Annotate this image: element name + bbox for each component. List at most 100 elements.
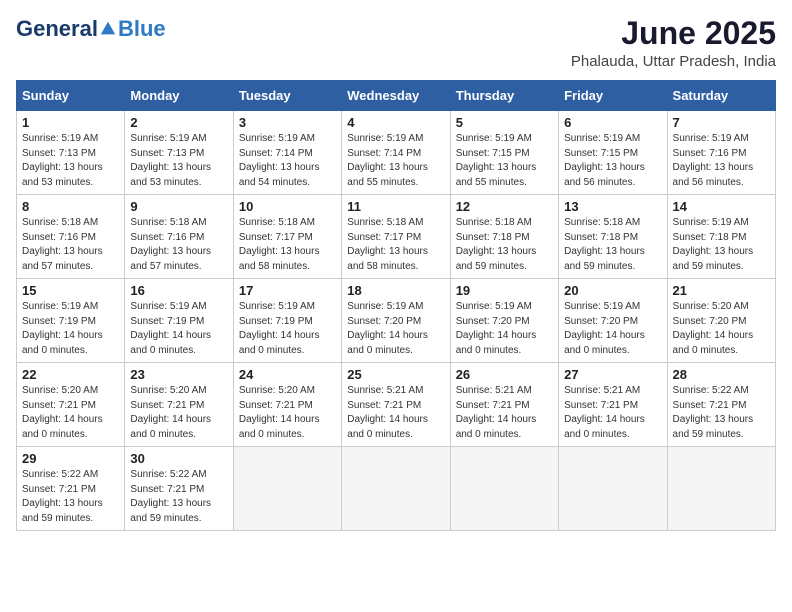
day-info: Sunrise: 5:18 AMSunset: 7:18 PMDaylight:… <box>456 216 553 274</box>
table-row: 11 Sunrise: 5:18 AMSunset: 7:17 PMDaylig… <box>342 195 450 279</box>
calendar-row: 1 Sunrise: 5:19 AMSunset: 7:13 PMDayligh… <box>17 111 776 195</box>
day-number: 13 <box>564 199 661 214</box>
table-row: 28 Sunrise: 5:22 AMSunset: 7:21 PMDaylig… <box>667 363 775 447</box>
table-row: 17 Sunrise: 5:19 AMSunset: 7:19 PMDaylig… <box>233 279 341 363</box>
day-number: 27 <box>564 367 661 382</box>
col-friday: Friday <box>559 81 667 111</box>
table-row: 9 Sunrise: 5:18 AMSunset: 7:16 PMDayligh… <box>125 195 233 279</box>
day-number: 28 <box>673 367 770 382</box>
day-info: Sunrise: 5:19 AMSunset: 7:19 PMDaylight:… <box>22 300 119 358</box>
day-info: Sunrise: 5:18 AMSunset: 7:17 PMDaylight:… <box>239 216 336 274</box>
day-number: 17 <box>239 283 336 298</box>
day-info: Sunrise: 5:18 AMSunset: 7:18 PMDaylight:… <box>564 216 661 274</box>
table-row: 29 Sunrise: 5:22 AMSunset: 7:21 PMDaylig… <box>17 447 125 531</box>
table-row <box>233 447 341 531</box>
day-info: Sunrise: 5:19 AMSunset: 7:20 PMDaylight:… <box>564 300 661 358</box>
table-row: 6 Sunrise: 5:19 AMSunset: 7:15 PMDayligh… <box>559 111 667 195</box>
col-tuesday: Tuesday <box>233 81 341 111</box>
day-info: Sunrise: 5:19 AMSunset: 7:13 PMDaylight:… <box>22 132 119 190</box>
day-number: 18 <box>347 283 444 298</box>
table-row: 16 Sunrise: 5:19 AMSunset: 7:19 PMDaylig… <box>125 279 233 363</box>
day-info: Sunrise: 5:19 AMSunset: 7:20 PMDaylight:… <box>456 300 553 358</box>
table-row: 3 Sunrise: 5:19 AMSunset: 7:14 PMDayligh… <box>233 111 341 195</box>
table-row <box>450 447 558 531</box>
table-row: 18 Sunrise: 5:19 AMSunset: 7:20 PMDaylig… <box>342 279 450 363</box>
table-row: 12 Sunrise: 5:18 AMSunset: 7:18 PMDaylig… <box>450 195 558 279</box>
col-monday: Monday <box>125 81 233 111</box>
table-row: 13 Sunrise: 5:18 AMSunset: 7:18 PMDaylig… <box>559 195 667 279</box>
table-row: 1 Sunrise: 5:19 AMSunset: 7:13 PMDayligh… <box>17 111 125 195</box>
day-info: Sunrise: 5:18 AMSunset: 7:16 PMDaylight:… <box>130 216 227 274</box>
table-row: 30 Sunrise: 5:22 AMSunset: 7:21 PMDaylig… <box>125 447 233 531</box>
day-number: 21 <box>673 283 770 298</box>
day-info: Sunrise: 5:18 AMSunset: 7:16 PMDaylight:… <box>22 216 119 274</box>
day-info: Sunrise: 5:21 AMSunset: 7:21 PMDaylight:… <box>347 384 444 442</box>
table-row: 22 Sunrise: 5:20 AMSunset: 7:21 PMDaylig… <box>17 363 125 447</box>
day-number: 9 <box>130 199 227 214</box>
col-thursday: Thursday <box>450 81 558 111</box>
day-number: 3 <box>239 115 336 130</box>
logo-general-text: General <box>16 16 98 42</box>
day-number: 4 <box>347 115 444 130</box>
day-info: Sunrise: 5:22 AMSunset: 7:21 PMDaylight:… <box>673 384 770 442</box>
logo-blue-text: Blue <box>118 16 166 42</box>
day-number: 11 <box>347 199 444 214</box>
table-row: 15 Sunrise: 5:19 AMSunset: 7:19 PMDaylig… <box>17 279 125 363</box>
day-number: 25 <box>347 367 444 382</box>
table-row: 25 Sunrise: 5:21 AMSunset: 7:21 PMDaylig… <box>342 363 450 447</box>
day-info: Sunrise: 5:19 AMSunset: 7:16 PMDaylight:… <box>673 132 770 190</box>
month-year-title: June 2025 <box>571 16 776 51</box>
day-number: 29 <box>22 451 119 466</box>
title-area: June 2025 Phalauda, Uttar Pradesh, India <box>571 16 776 70</box>
calendar-header-row: Sunday Monday Tuesday Wednesday Thursday… <box>17 81 776 111</box>
day-info: Sunrise: 5:19 AMSunset: 7:20 PMDaylight:… <box>347 300 444 358</box>
table-row: 14 Sunrise: 5:19 AMSunset: 7:18 PMDaylig… <box>667 195 775 279</box>
table-row: 4 Sunrise: 5:19 AMSunset: 7:14 PMDayligh… <box>342 111 450 195</box>
calendar-table: Sunday Monday Tuesday Wednesday Thursday… <box>16 80 776 531</box>
day-number: 23 <box>130 367 227 382</box>
day-info: Sunrise: 5:19 AMSunset: 7:14 PMDaylight:… <box>239 132 336 190</box>
table-row <box>342 447 450 531</box>
day-number: 5 <box>456 115 553 130</box>
day-info: Sunrise: 5:21 AMSunset: 7:21 PMDaylight:… <box>564 384 661 442</box>
table-row: 20 Sunrise: 5:19 AMSunset: 7:20 PMDaylig… <box>559 279 667 363</box>
day-number: 22 <box>22 367 119 382</box>
day-info: Sunrise: 5:20 AMSunset: 7:21 PMDaylight:… <box>239 384 336 442</box>
day-number: 19 <box>456 283 553 298</box>
table-row: 2 Sunrise: 5:19 AMSunset: 7:13 PMDayligh… <box>125 111 233 195</box>
day-number: 14 <box>673 199 770 214</box>
table-row: 27 Sunrise: 5:21 AMSunset: 7:21 PMDaylig… <box>559 363 667 447</box>
calendar-row: 29 Sunrise: 5:22 AMSunset: 7:21 PMDaylig… <box>17 447 776 531</box>
logo: General Blue <box>16 16 166 42</box>
day-number: 16 <box>130 283 227 298</box>
day-number: 20 <box>564 283 661 298</box>
day-info: Sunrise: 5:19 AMSunset: 7:19 PMDaylight:… <box>130 300 227 358</box>
table-row: 26 Sunrise: 5:21 AMSunset: 7:21 PMDaylig… <box>450 363 558 447</box>
day-number: 6 <box>564 115 661 130</box>
day-number: 8 <box>22 199 119 214</box>
col-saturday: Saturday <box>667 81 775 111</box>
calendar-row: 8 Sunrise: 5:18 AMSunset: 7:16 PMDayligh… <box>17 195 776 279</box>
calendar-row: 15 Sunrise: 5:19 AMSunset: 7:19 PMDaylig… <box>17 279 776 363</box>
day-info: Sunrise: 5:19 AMSunset: 7:18 PMDaylight:… <box>673 216 770 274</box>
table-row: 19 Sunrise: 5:19 AMSunset: 7:20 PMDaylig… <box>450 279 558 363</box>
day-info: Sunrise: 5:18 AMSunset: 7:17 PMDaylight:… <box>347 216 444 274</box>
day-number: 7 <box>673 115 770 130</box>
logo-icon <box>99 20 117 38</box>
day-info: Sunrise: 5:22 AMSunset: 7:21 PMDaylight:… <box>130 468 227 526</box>
day-number: 24 <box>239 367 336 382</box>
day-info: Sunrise: 5:19 AMSunset: 7:19 PMDaylight:… <box>239 300 336 358</box>
table-row: 5 Sunrise: 5:19 AMSunset: 7:15 PMDayligh… <box>450 111 558 195</box>
day-info: Sunrise: 5:19 AMSunset: 7:15 PMDaylight:… <box>564 132 661 190</box>
day-number: 30 <box>130 451 227 466</box>
table-row: 24 Sunrise: 5:20 AMSunset: 7:21 PMDaylig… <box>233 363 341 447</box>
location-subtitle: Phalauda, Uttar Pradesh, India <box>571 53 776 70</box>
day-info: Sunrise: 5:20 AMSunset: 7:21 PMDaylight:… <box>130 384 227 442</box>
calendar-row: 22 Sunrise: 5:20 AMSunset: 7:21 PMDaylig… <box>17 363 776 447</box>
col-sunday: Sunday <box>17 81 125 111</box>
table-row: 8 Sunrise: 5:18 AMSunset: 7:16 PMDayligh… <box>17 195 125 279</box>
table-row: 7 Sunrise: 5:19 AMSunset: 7:16 PMDayligh… <box>667 111 775 195</box>
table-row: 23 Sunrise: 5:20 AMSunset: 7:21 PMDaylig… <box>125 363 233 447</box>
day-number: 10 <box>239 199 336 214</box>
table-row <box>559 447 667 531</box>
